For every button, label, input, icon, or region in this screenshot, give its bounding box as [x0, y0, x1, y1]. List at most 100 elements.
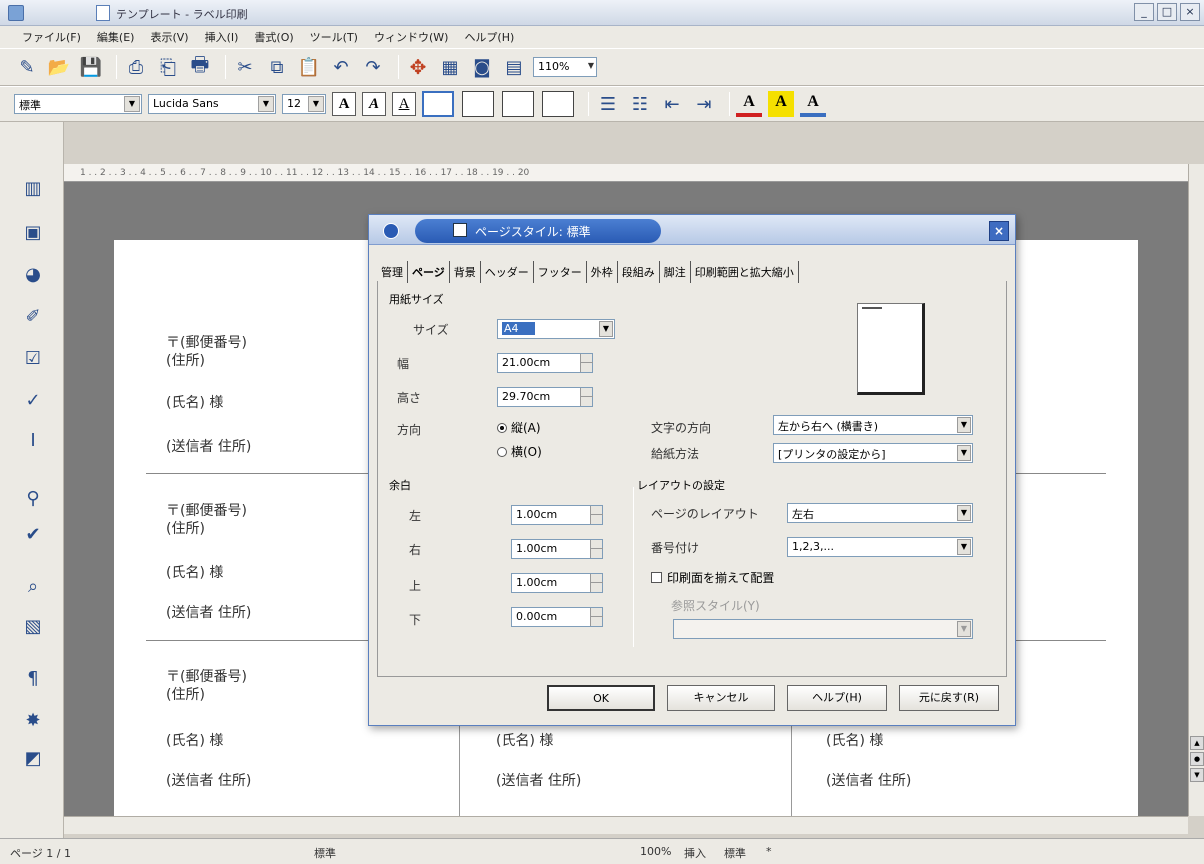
page-layout-select[interactable]: 左右 ▼ — [787, 503, 973, 523]
status-zoom[interactable]: 100% — [640, 845, 671, 858]
navigator-icon[interactable]: ✥ — [405, 54, 431, 80]
export-pdf-icon[interactable]: ⎙ — [123, 54, 149, 80]
navigation-icon[interactable]: ● — [1190, 752, 1204, 766]
nonprinting-chars-icon[interactable]: ¶ — [20, 666, 46, 692]
edit-file-icon[interactable]: ✎ — [14, 54, 40, 80]
chevron-down-icon[interactable]: ▼ — [957, 445, 971, 461]
bullets-icon[interactable]: ☷ — [627, 91, 653, 117]
spin-icon[interactable] — [590, 540, 603, 558]
paper-tray-select[interactable]: [プリンタの設定から] ▼ — [773, 443, 973, 463]
gallery-icon[interactable]: ◙ — [469, 54, 495, 80]
menu-help[interactable]: ヘルプ(H) — [456, 29, 522, 45]
status-selection-mode[interactable]: 標準 — [724, 845, 746, 861]
reset-button[interactable]: 元に戻す(R) — [899, 685, 999, 711]
horizontal-ruler[interactable]: 1 . . 2 . . 3 . . 4 . . 5 . . 6 . . 7 . … — [64, 164, 1188, 182]
chevron-down-icon[interactable]: ▼ — [957, 539, 971, 555]
find-replace-icon[interactable]: ⚲ — [20, 486, 46, 512]
font-name-combo[interactable]: Lucida Sans ▼ — [148, 94, 276, 114]
copy-icon[interactable]: ⧉ — [264, 54, 290, 80]
menu-format[interactable]: 書式(O) — [246, 29, 301, 45]
zoom-icon[interactable]: ⌕ — [20, 574, 46, 600]
graphics-icon[interactable]: ✸ — [20, 708, 46, 734]
format-select[interactable]: A4 ▼ — [497, 319, 615, 339]
tab-borders[interactable]: 外枠 — [587, 261, 618, 283]
tab-columns[interactable]: 段組み — [618, 261, 660, 283]
font-size-combo[interactable]: 12 ▼ — [282, 94, 326, 114]
background-color-icon[interactable]: A — [800, 91, 826, 117]
text-cursor-icon[interactable]: Ⅰ — [20, 428, 46, 454]
status-insert-mode[interactable]: 挿入 — [684, 845, 706, 861]
insert-object-icon[interactable]: ◕ — [20, 262, 46, 288]
menu-edit[interactable]: 編集(E) — [89, 29, 143, 45]
vertical-scrollbar[interactable] — [1188, 164, 1204, 816]
underline-icon[interactable]: A — [392, 92, 416, 116]
table-icon[interactable]: ▦ — [437, 54, 463, 80]
tab-footnote[interactable]: 脚注 — [660, 261, 691, 283]
register-true-checkbox[interactable]: 印刷面を揃えて配置 — [651, 569, 774, 586]
chevron-down-icon[interactable]: ▼ — [599, 321, 613, 337]
close-button[interactable]: × — [1180, 3, 1200, 21]
chevron-down-icon[interactable]: ▼ — [258, 96, 274, 112]
help-button[interactable]: ヘルプ(H) — [787, 685, 887, 711]
align-center-icon[interactable] — [462, 91, 494, 117]
chevron-down-icon[interactable]: ▼ — [957, 505, 971, 521]
reference-style-select[interactable]: ▼ — [673, 619, 973, 639]
tab-footer[interactable]: フッター — [534, 261, 587, 283]
insert-icon[interactable]: ▥ — [20, 176, 46, 202]
dialog-close-button[interactable]: × — [989, 221, 1009, 241]
tab-header[interactable]: ヘッダー — [481, 261, 534, 283]
cancel-button[interactable]: キャンセル — [667, 685, 775, 711]
landscape-radio[interactable]: 横(O) — [497, 443, 542, 460]
horizontal-scrollbar[interactable] — [64, 816, 1188, 834]
tab-organizer[interactable]: 管理 — [377, 261, 408, 283]
text-direction-select[interactable]: 左から右へ (横書き) ▼ — [773, 415, 973, 435]
chevron-down-icon[interactable]: ▼ — [308, 96, 324, 112]
data-sources-icon[interactable]: ▤ — [501, 54, 527, 80]
bold-icon[interactable]: A — [332, 92, 356, 116]
increase-indent-icon[interactable]: ⇥ — [691, 91, 717, 117]
print-icon[interactable]: 🖶 — [187, 52, 213, 80]
print-preview-icon[interactable]: ⎗ — [155, 54, 181, 80]
spin-icon[interactable] — [580, 388, 593, 406]
form-icon[interactable]: ☑ — [20, 346, 46, 372]
app-menu-icon[interactable] — [8, 5, 24, 21]
font-color-icon[interactable]: A — [736, 91, 762, 117]
align-right-icon[interactable] — [502, 91, 534, 117]
maximize-button[interactable]: □ — [1157, 3, 1177, 21]
undo-icon[interactable]: ↶ — [328, 54, 354, 80]
minimize-button[interactable]: _ — [1134, 3, 1154, 21]
top-margin-field[interactable]: 1.00cm — [511, 573, 603, 593]
paragraph-style-combo[interactable]: 標準 ▼ — [14, 94, 142, 114]
chevron-down-icon[interactable]: ▼ — [124, 96, 140, 112]
open-folder-icon[interactable]: 📂 — [46, 54, 72, 80]
width-field[interactable]: 21.00cm — [497, 353, 593, 373]
menu-tools[interactable]: ツール(T) — [302, 29, 366, 45]
online-layout-icon[interactable]: ◩ — [20, 746, 46, 772]
numbering-icon[interactable]: ☰ — [595, 91, 621, 117]
zoom-field[interactable]: 110% — [533, 57, 597, 77]
cut-icon[interactable]: ✂ — [232, 54, 258, 80]
dialog-menu-icon[interactable] — [383, 223, 399, 239]
chevron-down-icon[interactable]: ▼ — [957, 417, 971, 433]
autospell-icon[interactable]: ✔ — [20, 522, 46, 548]
tab-print-range[interactable]: 印刷範囲と拡大縮小 — [691, 261, 799, 283]
draw-functions-icon[interactable]: ✐ — [20, 304, 46, 330]
next-page-icon[interactable]: ▼ — [1190, 768, 1204, 782]
justify-icon[interactable] — [542, 91, 574, 117]
portrait-radio[interactable]: 縦(A) — [497, 419, 541, 436]
numbering-select[interactable]: 1,2,3,... ▼ — [787, 537, 973, 557]
image-icon[interactable]: ▧ — [20, 614, 46, 640]
left-margin-field[interactable]: 1.00cm — [511, 505, 603, 525]
chevron-down-icon[interactable]: ▼ — [957, 621, 971, 637]
save-icon[interactable]: 💾 — [78, 54, 104, 80]
bottom-margin-field[interactable]: 0.00cm — [511, 607, 603, 627]
insert-fields-icon[interactable]: ▣ — [20, 220, 46, 246]
menu-view[interactable]: 表示(V) — [142, 29, 196, 45]
decrease-indent-icon[interactable]: ⇤ — [659, 91, 685, 117]
height-field[interactable]: 29.70cm — [497, 387, 593, 407]
spin-icon[interactable] — [590, 574, 603, 592]
paste-icon[interactable]: 📋 — [296, 54, 322, 80]
highlight-icon[interactable]: A — [768, 91, 794, 117]
menu-insert[interactable]: 挿入(I) — [197, 29, 247, 45]
italic-icon[interactable]: A — [362, 92, 386, 116]
